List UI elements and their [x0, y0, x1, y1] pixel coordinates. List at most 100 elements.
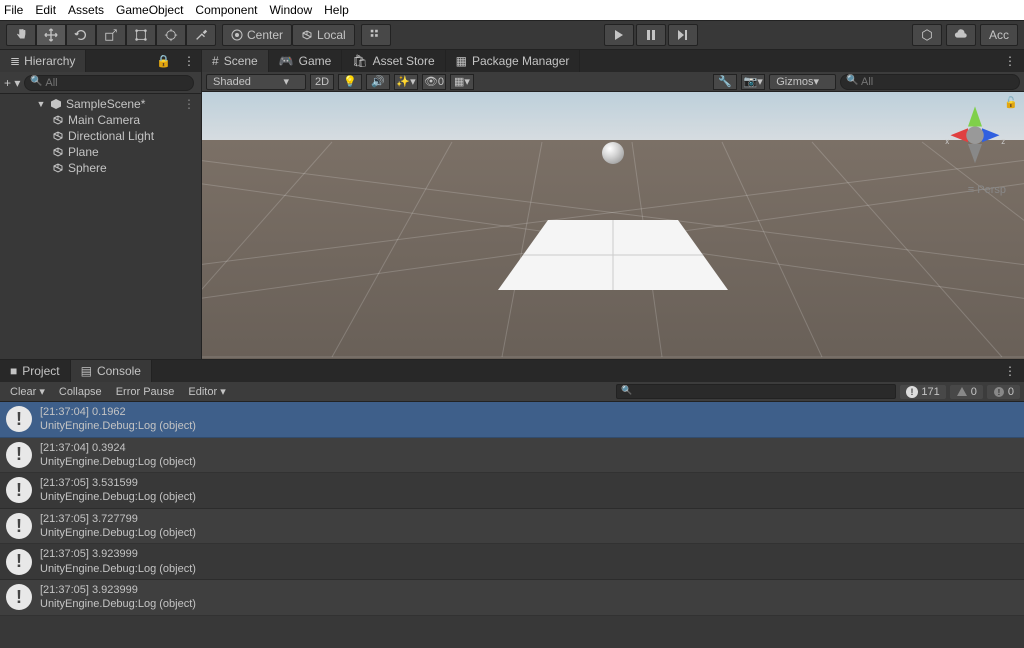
expand-arrow-icon[interactable]: ▼: [36, 99, 46, 109]
fx-toggle[interactable]: ✨▾: [394, 74, 418, 90]
create-dropdown[interactable]: + ▾: [4, 76, 20, 90]
info-icon: !: [6, 442, 32, 468]
console-entry[interactable]: ! [21:37:05] 3.923999UnityEngine.Debug:L…: [0, 580, 1024, 616]
hierarchy-tree: ▼ SampleScene* ⋮ Main Camera Directional…: [0, 94, 201, 178]
tools-icon[interactable]: 🔧: [713, 74, 737, 90]
info-icon: !: [6, 513, 32, 539]
clear-button[interactable]: Clear ▾: [4, 384, 51, 399]
tab-game[interactable]: 🎮Game: [269, 50, 343, 72]
panel-menu-icon[interactable]: ⋮: [177, 54, 201, 68]
custom-tool[interactable]: [186, 24, 216, 46]
info-count-badge[interactable]: !171: [900, 385, 945, 399]
info-icon: !: [6, 406, 32, 432]
console-icon: ▤: [81, 364, 92, 378]
move-tool[interactable]: [36, 24, 66, 46]
cloud-button[interactable]: [946, 24, 976, 46]
hidden-toggle[interactable]: 👁0: [422, 74, 446, 90]
tree-scene-row[interactable]: ▼ SampleScene* ⋮: [0, 96, 201, 112]
rect-tool[interactable]: [126, 24, 156, 46]
pivot-toggle[interactable]: Center: [222, 24, 292, 46]
svg-text:z: z: [1001, 137, 1005, 146]
menu-gameobject[interactable]: GameObject: [116, 3, 183, 17]
lighting-toggle[interactable]: 💡: [338, 74, 362, 90]
hierarchy-search[interactable]: [24, 75, 194, 91]
pause-button[interactable]: [636, 24, 666, 46]
scene-search[interactable]: [840, 74, 1020, 90]
menu-edit[interactable]: Edit: [35, 3, 56, 17]
console-entry[interactable]: ! [21:37:04] 0.1962UnityEngine.Debug:Log…: [0, 402, 1024, 438]
2d-toggle[interactable]: 2D: [310, 74, 334, 90]
error-count-badge[interactable]: !0: [987, 385, 1020, 399]
gameobject-icon: [52, 162, 64, 174]
svg-text:x: x: [945, 137, 949, 146]
tree-object-row[interactable]: Directional Light: [0, 128, 201, 144]
gizmos-dropdown[interactable]: Gizmos ▾: [769, 74, 836, 90]
grid-toggle[interactable]: ▦▾: [450, 74, 474, 90]
console-entry[interactable]: ! [21:37:05] 3.531599UnityEngine.Debug:L…: [0, 473, 1024, 509]
info-icon: !: [6, 477, 32, 503]
bottom-panel: ■Project ▤Console ⋮ Clear ▾ Collapse Err…: [0, 359, 1024, 648]
play-button[interactable]: [604, 24, 634, 46]
hand-tool[interactable]: [6, 24, 36, 46]
camera-icon[interactable]: 📷▾: [741, 74, 765, 90]
error-pause-button[interactable]: Error Pause: [110, 385, 181, 399]
tab-console[interactable]: ▤Console: [71, 360, 152, 382]
info-icon: !: [6, 549, 32, 575]
info-icon: !: [6, 584, 32, 610]
tab-package-manager[interactable]: ▦Package Manager: [446, 50, 581, 72]
console-entries: ! [21:37:04] 0.1962UnityEngine.Debug:Log…: [0, 402, 1024, 648]
scale-tool[interactable]: [96, 24, 126, 46]
menu-file[interactable]: File: [4, 3, 23, 17]
entry-text: [21:37:05] 3.531599UnityEngine.Debug:Log…: [40, 476, 196, 505]
tree-object-row[interactable]: Main Camera: [0, 112, 201, 128]
console-entry[interactable]: ! [21:37:04] 0.3924UnityEngine.Debug:Log…: [0, 438, 1024, 474]
hierarchy-tab[interactable]: ≣ Hierarchy: [0, 50, 86, 72]
gameobject-icon: [52, 146, 64, 158]
menu-assets[interactable]: Assets: [68, 3, 104, 17]
panel-menu-icon[interactable]: ⋮: [996, 54, 1024, 68]
menu-window[interactable]: Window: [269, 3, 312, 17]
scene-menu-icon[interactable]: ⋮: [183, 97, 201, 111]
collab-button[interactable]: [912, 24, 942, 46]
entry-text: [21:37:05] 3.923999UnityEngine.Debug:Log…: [40, 583, 196, 612]
sphere-object[interactable]: [602, 142, 624, 164]
scene-panel: #Scene 🎮Game 🛍Asset Store ▦Package Manag…: [202, 50, 1024, 359]
package-icon: ▦: [456, 54, 467, 68]
menu-component[interactable]: Component: [195, 3, 257, 17]
audio-toggle[interactable]: 🔊: [366, 74, 390, 90]
projection-label[interactable]: ≡ Persp: [968, 184, 1006, 196]
store-icon: 🛍: [352, 54, 367, 68]
tab-asset-store[interactable]: 🛍Asset Store: [342, 50, 445, 72]
step-button[interactable]: [668, 24, 698, 46]
shading-dropdown[interactable]: Shaded▾: [206, 74, 306, 90]
lock-icon[interactable]: 🔓: [1004, 96, 1018, 109]
transform-tool[interactable]: [156, 24, 186, 46]
svg-text:!: !: [998, 388, 1001, 397]
unity-icon: [50, 98, 62, 110]
scene-viewport[interactable]: x z ≡ Persp 🔓: [202, 92, 1024, 359]
panel-menu-icon[interactable]: ⋮: [996, 364, 1024, 378]
rotate-tool[interactable]: [66, 24, 96, 46]
console-search[interactable]: [616, 384, 896, 399]
menu-help[interactable]: Help: [324, 3, 349, 17]
console-entry[interactable]: ! [21:37:05] 3.727799UnityEngine.Debug:L…: [0, 509, 1024, 545]
console-entry[interactable]: ! [21:37:05] 3.923999UnityEngine.Debug:L…: [0, 544, 1024, 580]
editor-dropdown[interactable]: Editor ▾: [182, 384, 231, 399]
lock-icon[interactable]: 🔒: [150, 54, 177, 68]
tab-scene[interactable]: #Scene: [202, 50, 269, 72]
warn-count-badge[interactable]: 0: [950, 385, 983, 399]
tree-object-row[interactable]: Plane: [0, 144, 201, 160]
plane-object[interactable]: [498, 220, 728, 320]
search-icon: 🔍: [30, 76, 42, 87]
tab-project[interactable]: ■Project: [0, 360, 71, 382]
handle-toggle[interactable]: Local: [292, 24, 355, 46]
gameobject-icon: [52, 114, 64, 126]
account-button[interactable]: Acc: [980, 24, 1018, 46]
search-icon: 🔍: [621, 385, 632, 396]
snap-toggle[interactable]: [361, 24, 391, 46]
gameobject-icon: [52, 130, 64, 142]
collapse-button[interactable]: Collapse: [53, 385, 108, 399]
scene-icon: #: [212, 54, 219, 68]
orientation-gizmo[interactable]: x z: [940, 102, 1010, 172]
tree-object-row[interactable]: Sphere: [0, 160, 201, 176]
